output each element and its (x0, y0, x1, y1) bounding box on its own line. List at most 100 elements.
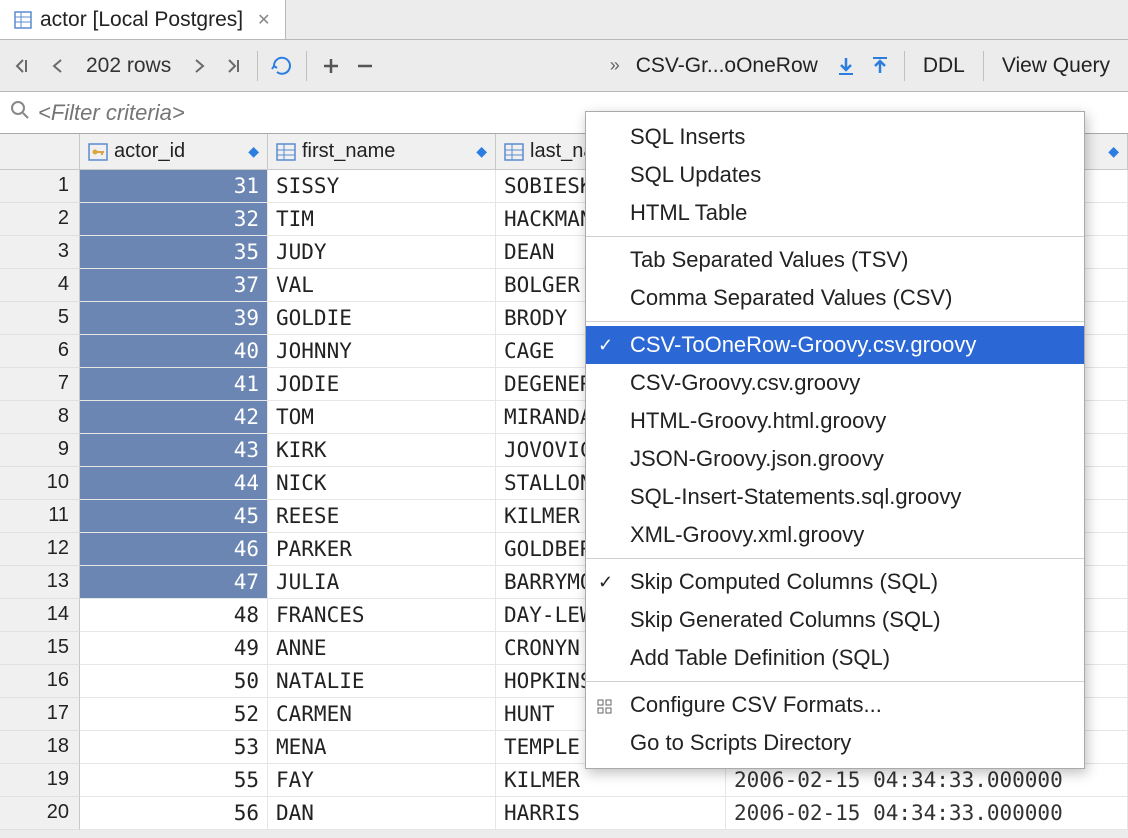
menu-item[interactable]: XML-Groovy.xml.groovy (586, 516, 1084, 554)
cell-first-name[interactable]: VAL (268, 269, 496, 302)
cell-actor-id[interactable]: 31 (80, 170, 268, 203)
row-number[interactable]: 4 (0, 269, 80, 302)
cell-first-name[interactable]: MENA (268, 731, 496, 764)
cell-first-name[interactable]: TOM (268, 401, 496, 434)
view-query-button[interactable]: View Query (992, 54, 1120, 78)
menu-item[interactable]: JSON-Groovy.json.groovy (586, 440, 1084, 478)
cell-actor-id[interactable]: 37 (80, 269, 268, 302)
menu-item[interactable]: SQL Updates (586, 156, 1084, 194)
row-number[interactable]: 15 (0, 632, 80, 665)
row-number[interactable]: 8 (0, 401, 80, 434)
cell-actor-id[interactable]: 56 (80, 797, 268, 830)
row-number[interactable]: 14 (0, 599, 80, 632)
row-number[interactable]: 9 (0, 434, 80, 467)
menu-item-label: HTML-Groovy.html.groovy (630, 408, 886, 434)
menu-item[interactable]: Comma Separated Values (CSV) (586, 279, 1084, 317)
reload-button[interactable] (266, 48, 298, 84)
cell-first-name[interactable]: JUDY (268, 236, 496, 269)
row-number[interactable]: 16 (0, 665, 80, 698)
cell-first-name[interactable]: TIM (268, 203, 496, 236)
close-icon[interactable]: ✕ (257, 10, 270, 30)
cell-first-name[interactable]: JOHNNY (268, 335, 496, 368)
add-row-button[interactable] (315, 48, 347, 84)
prev-page-button[interactable] (42, 48, 74, 84)
row-number[interactable]: 1 (0, 170, 80, 203)
cell-last-update[interactable]: 2006-02-15 04:34:33.000000 (726, 797, 1128, 830)
cell-first-name[interactable]: PARKER (268, 533, 496, 566)
row-number[interactable]: 7 (0, 368, 80, 401)
cell-last-name[interactable]: HARRIS (496, 797, 726, 830)
toolbar: 202 rows » CSV-Gr...oOneRow DDL View Que… (0, 40, 1128, 92)
cell-actor-id[interactable]: 41 (80, 368, 268, 401)
column-header[interactable]: actor_id◆ (80, 134, 268, 170)
row-number[interactable]: 6 (0, 335, 80, 368)
last-page-button[interactable] (217, 48, 249, 84)
cell-first-name[interactable]: REESE (268, 500, 496, 533)
menu-item[interactable]: ✓Skip Computed Columns (SQL) (586, 563, 1084, 601)
upload-button[interactable] (864, 48, 896, 84)
row-number[interactable]: 17 (0, 698, 80, 731)
row-number[interactable]: 18 (0, 731, 80, 764)
cell-first-name[interactable]: NICK (268, 467, 496, 500)
cell-first-name[interactable]: NATALIE (268, 665, 496, 698)
cell-actor-id[interactable]: 35 (80, 236, 268, 269)
menu-item[interactable]: CSV-Groovy.csv.groovy (586, 364, 1084, 402)
search-icon[interactable] (10, 100, 30, 125)
cell-actor-id[interactable]: 48 (80, 599, 268, 632)
menu-item[interactable]: SQL Inserts (586, 118, 1084, 156)
menu-item[interactable]: Add Table Definition (SQL) (586, 639, 1084, 677)
menu-item[interactable]: HTML-Groovy.html.groovy (586, 402, 1084, 440)
cell-first-name[interactable]: FRANCES (268, 599, 496, 632)
row-number[interactable]: 11 (0, 500, 80, 533)
download-button[interactable] (830, 48, 862, 84)
export-format-dropdown[interactable]: CSV-Gr...oOneRow (626, 54, 828, 78)
row-number[interactable]: 13 (0, 566, 80, 599)
menu-item-label: Go to Scripts Directory (630, 730, 851, 756)
menu-item[interactable]: HTML Table (586, 194, 1084, 232)
cell-first-name[interactable]: DAN (268, 797, 496, 830)
cell-actor-id[interactable]: 45 (80, 500, 268, 533)
row-number[interactable]: 5 (0, 302, 80, 335)
cell-actor-id[interactable]: 52 (80, 698, 268, 731)
menu-item[interactable]: SQL-Insert-Statements.sql.groovy (586, 478, 1084, 516)
menu-item[interactable]: Skip Generated Columns (SQL) (586, 601, 1084, 639)
next-page-button[interactable] (183, 48, 215, 84)
row-number[interactable]: 3 (0, 236, 80, 269)
cell-actor-id[interactable]: 40 (80, 335, 268, 368)
remove-row-button[interactable] (349, 48, 381, 84)
row-number[interactable]: 12 (0, 533, 80, 566)
tab-actor[interactable]: actor [Local Postgres] ✕ (0, 0, 286, 39)
cell-actor-id[interactable]: 46 (80, 533, 268, 566)
cell-actor-id[interactable]: 43 (80, 434, 268, 467)
menu-item[interactable]: ✓CSV-ToOneRow-Groovy.csv.groovy (586, 326, 1084, 364)
row-number[interactable]: 2 (0, 203, 80, 236)
cell-actor-id[interactable]: 50 (80, 665, 268, 698)
cell-first-name[interactable]: FAY (268, 764, 496, 797)
cell-first-name[interactable]: CARMEN (268, 698, 496, 731)
cell-first-name[interactable]: GOLDIE (268, 302, 496, 335)
column-icon (504, 142, 524, 162)
cell-first-name[interactable]: JULIA (268, 566, 496, 599)
menu-item[interactable]: Configure CSV Formats... (586, 686, 1084, 724)
cell-first-name[interactable]: SISSY (268, 170, 496, 203)
row-number[interactable]: 20 (0, 797, 80, 830)
cell-first-name[interactable]: KIRK (268, 434, 496, 467)
menu-item[interactable]: Tab Separated Values (TSV) (586, 241, 1084, 279)
cell-actor-id[interactable]: 47 (80, 566, 268, 599)
row-number[interactable]: 19 (0, 764, 80, 797)
cell-first-name[interactable]: JODIE (268, 368, 496, 401)
first-page-button[interactable] (8, 48, 40, 84)
cell-actor-id[interactable]: 32 (80, 203, 268, 236)
column-header[interactable]: first_name◆ (268, 134, 496, 170)
cell-first-name[interactable]: ANNE (268, 632, 496, 665)
cell-actor-id[interactable]: 44 (80, 467, 268, 500)
cell-actor-id[interactable]: 53 (80, 731, 268, 764)
cell-actor-id[interactable]: 55 (80, 764, 268, 797)
ddl-button[interactable]: DDL (913, 54, 975, 78)
cell-actor-id[interactable]: 49 (80, 632, 268, 665)
more-icon[interactable]: » (606, 55, 624, 76)
cell-actor-id[interactable]: 39 (80, 302, 268, 335)
menu-item[interactable]: Go to Scripts Directory (586, 724, 1084, 762)
cell-actor-id[interactable]: 42 (80, 401, 268, 434)
row-number[interactable]: 10 (0, 467, 80, 500)
